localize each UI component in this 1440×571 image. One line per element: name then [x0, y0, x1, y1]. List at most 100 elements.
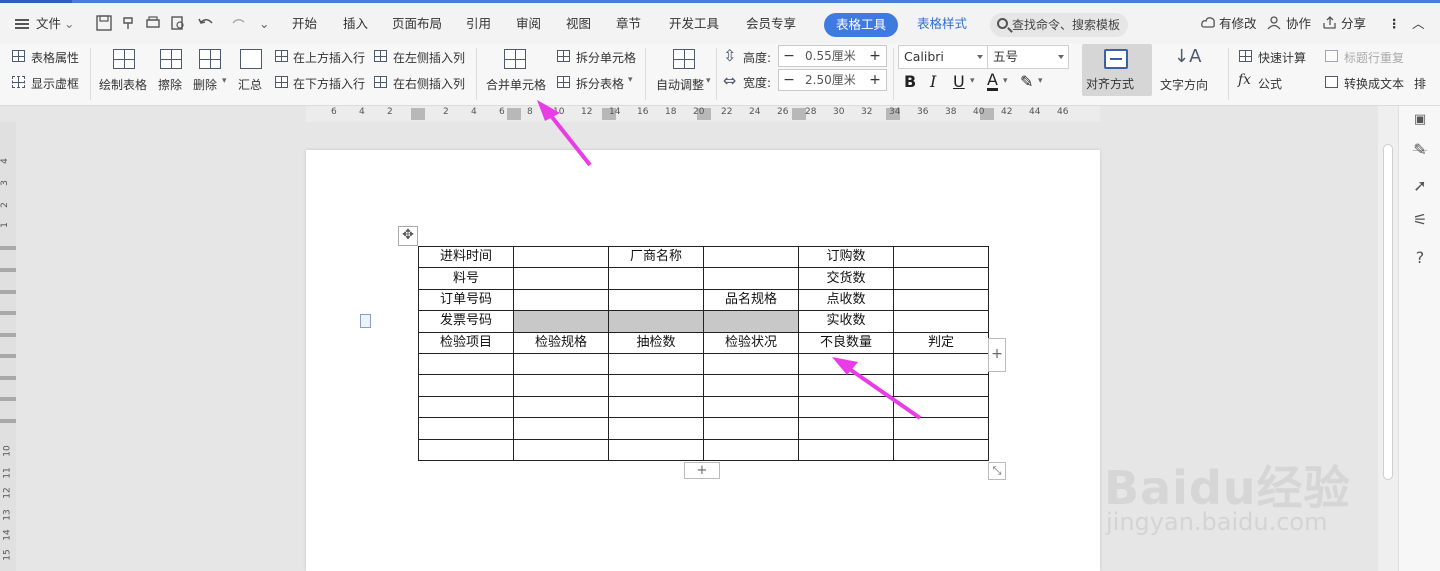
document-icon[interactable] [360, 314, 371, 328]
table-cell[interactable] [703, 310, 799, 333]
ruler-row-marker[interactable] [0, 419, 16, 423]
tab-page-layout[interactable]: 页面布局 [392, 13, 442, 35]
font-color-icon[interactable]: A [987, 72, 998, 91]
table-cell[interactable] [418, 417, 514, 440]
table-cell[interactable] [513, 395, 609, 419]
table-cell[interactable] [513, 374, 609, 397]
table-cell[interactable] [418, 438, 514, 461]
table-cell[interactable] [513, 417, 609, 440]
table-cell[interactable] [798, 417, 894, 440]
auto-fit-button[interactable]: 自动调整 [656, 76, 704, 93]
bold-icon[interactable]: B [904, 72, 916, 91]
table-cell[interactable] [893, 352, 989, 376]
table-cell[interactable]: 品名规格 [703, 288, 799, 312]
table-cell[interactable] [893, 395, 989, 419]
table-properties-button[interactable]: 表格属性 [31, 49, 79, 66]
chevron-down-icon[interactable]: ▾ [970, 76, 975, 86]
summary-button[interactable]: 汇总 [238, 76, 262, 93]
add-row-button[interactable]: + [684, 462, 720, 479]
edit-icon[interactable]: ✎ [1410, 140, 1430, 160]
show-gridlines-button[interactable]: 显示虚框 [31, 75, 79, 92]
insert-row-above-button[interactable]: 在上方插入行 [293, 49, 365, 66]
table-move-handle-icon[interactable]: ✥ [398, 226, 418, 246]
tab-review[interactable]: 审阅 [516, 13, 541, 35]
chevron-down-icon[interactable]: ▾ [1038, 76, 1043, 86]
table-cell[interactable] [703, 438, 799, 461]
minus-icon[interactable]: − [779, 70, 799, 90]
more-icon[interactable]: ⋮ [1388, 13, 1401, 35]
table-cell[interactable] [798, 395, 894, 419]
tab-developer[interactable]: 开发工具 [669, 13, 719, 35]
formula-button[interactable]: 公式 [1258, 75, 1282, 92]
table-cell[interactable] [893, 245, 989, 269]
print-preview-icon[interactable] [170, 15, 188, 33]
table-cell[interactable] [893, 438, 989, 461]
insert-row-below-button[interactable]: 在下方插入行 [293, 75, 365, 92]
ruler-row-marker[interactable] [0, 311, 16, 315]
ruler-row-marker[interactable] [0, 268, 16, 272]
table-cell[interactable] [608, 352, 704, 376]
table-cell[interactable] [798, 352, 894, 376]
font-size-select[interactable]: 五号 [987, 45, 1069, 69]
table-cell[interactable]: 交货数 [798, 267, 894, 290]
height-spinner[interactable]: − 0.55厘米 + [778, 45, 887, 67]
command-search[interactable]: 查找命令、搜索模板 [990, 13, 1128, 37]
minus-icon[interactable]: − [779, 46, 799, 66]
table-cell[interactable] [703, 267, 799, 290]
table-cell[interactable] [703, 374, 799, 397]
tab-references[interactable]: 引用 [466, 13, 491, 35]
table-cell[interactable] [703, 417, 799, 440]
table-cell[interactable] [513, 352, 609, 376]
table-cell[interactable] [608, 374, 704, 397]
table-cell[interactable] [608, 267, 704, 290]
width-spinner[interactable]: − 2.50厘米 + [778, 69, 887, 91]
tab-home[interactable]: 开始 [292, 13, 317, 35]
table-cell[interactable] [893, 374, 989, 397]
print-icon[interactable] [145, 15, 163, 33]
table-cell[interactable] [513, 245, 609, 269]
table-cell[interactable] [513, 288, 609, 312]
highlight-icon[interactable]: ✎ [1020, 72, 1033, 91]
table-cell[interactable] [418, 374, 514, 397]
chevron-down-icon[interactable]: ▾ [222, 76, 227, 86]
table-cell[interactable]: 实收数 [798, 310, 894, 333]
table-cell[interactable]: 检验规格 [513, 331, 609, 354]
settings-sliders-icon[interactable]: ⚟ [1410, 210, 1430, 230]
table-cell[interactable] [608, 417, 704, 440]
draw-table-button[interactable]: 绘制表格 [99, 76, 147, 93]
table-cell[interactable] [893, 267, 989, 290]
chevron-down-icon[interactable]: ▾ [628, 75, 633, 85]
ruler-row-marker[interactable] [0, 354, 16, 358]
split-cells-button[interactable]: 拆分单元格 [576, 49, 636, 66]
ruler-row-marker[interactable] [0, 333, 16, 337]
erase-button[interactable]: 擦除 [158, 76, 182, 93]
vertical-scrollbar[interactable] [1378, 106, 1398, 571]
undo-icon[interactable] [197, 15, 215, 33]
plus-icon[interactable]: + [865, 70, 885, 90]
table-cell[interactable]: 订单号码 [418, 288, 514, 312]
chevron-down-icon[interactable]: ▾ [706, 76, 711, 86]
table-cell[interactable]: 厂商名称 [608, 245, 704, 269]
quick-calc-button[interactable]: 快速计算 [1258, 49, 1306, 66]
table-cell[interactable] [513, 438, 609, 461]
format-painter-icon[interactable] [121, 15, 139, 33]
table-cell[interactable]: 判定 [893, 331, 989, 354]
convert-to-text-button[interactable]: 转换成文本 [1344, 75, 1404, 92]
table-cell[interactable]: 检验状况 [703, 331, 799, 354]
width-value[interactable]: 2.50厘米 [805, 70, 856, 90]
add-column-button[interactable]: + [988, 338, 1006, 372]
chevron-down-icon[interactable]: ⌄ [64, 13, 74, 35]
save-icon[interactable] [96, 15, 114, 33]
modified-status[interactable]: 有修改 [1219, 13, 1257, 35]
tab-member[interactable]: 会员专享 [746, 13, 796, 35]
ruler-row-marker[interactable] [0, 376, 16, 380]
text-direction-button[interactable]: 文字方向 [1160, 76, 1208, 93]
tab-view[interactable]: 视图 [566, 13, 591, 35]
menu-icon[interactable] [15, 19, 29, 29]
alignment-button[interactable]: 对齐方式 [1082, 44, 1152, 96]
table-cell[interactable] [893, 417, 989, 440]
table-cell[interactable] [798, 374, 894, 397]
tab-table-style[interactable]: 表格样式 [917, 13, 967, 35]
table-cell[interactable]: 抽检数 [608, 331, 704, 354]
table-cell[interactable] [513, 267, 609, 290]
